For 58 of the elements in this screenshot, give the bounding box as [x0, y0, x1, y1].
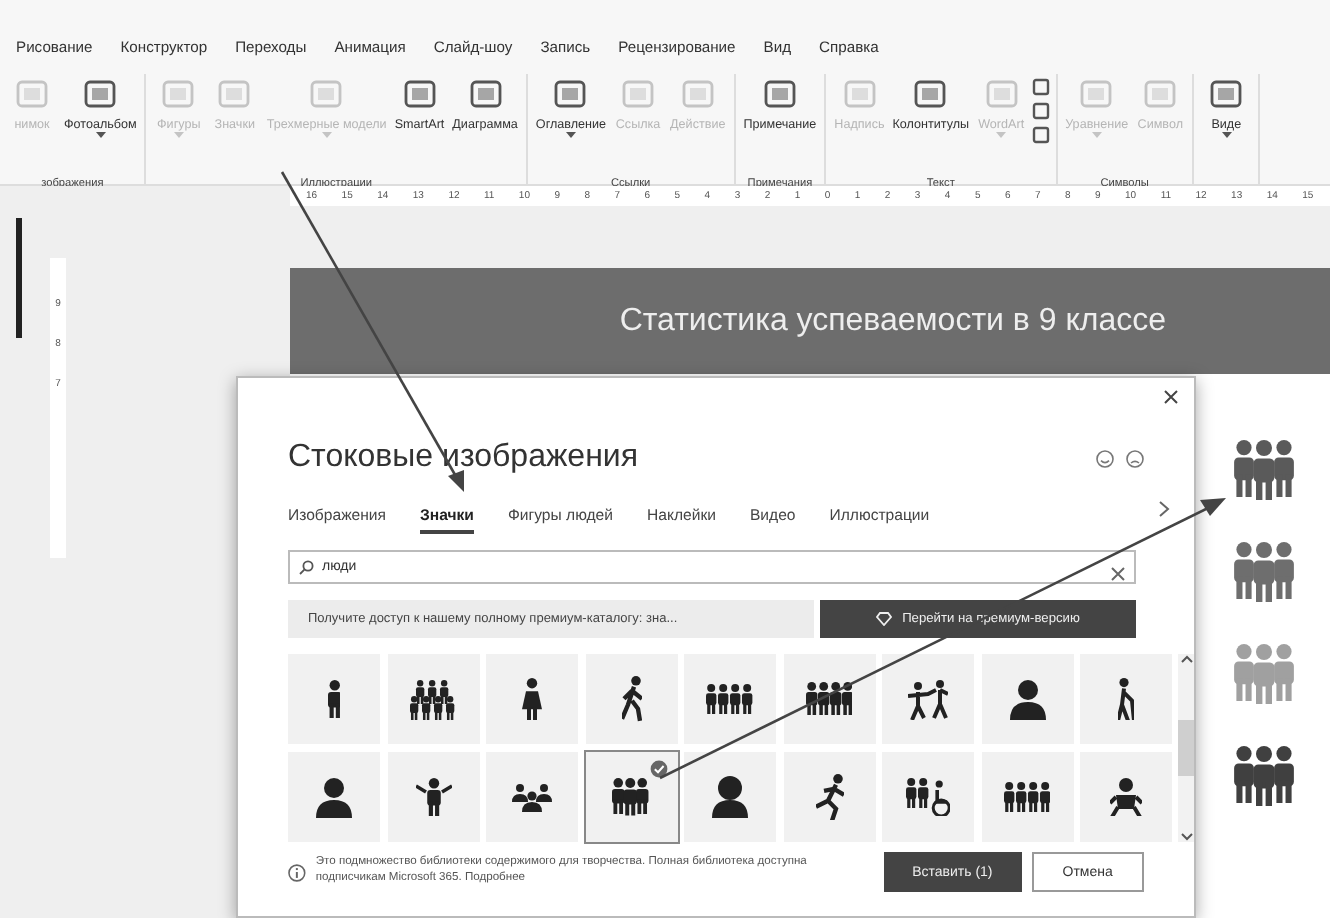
dancing-people-icon [908, 679, 948, 719]
team-icon [512, 783, 552, 811]
people-group-icon [1003, 782, 1051, 812]
info-icon [288, 863, 306, 881]
icon-tile[interactable] [288, 654, 380, 744]
icon-tile[interactable] [882, 752, 974, 842]
icon-tile[interactable] [585, 752, 677, 842]
caret-icon [565, 132, 576, 139]
icon-tile[interactable] [981, 752, 1073, 842]
scroll-down-icon[interactable] [1180, 832, 1194, 842]
icon-tile[interactable] [585, 654, 677, 744]
icon-tile[interactable] [387, 752, 479, 842]
scroll-up-icon[interactable] [1180, 654, 1194, 664]
caret-icon [95, 132, 106, 139]
icon-tile[interactable] [486, 752, 578, 842]
caret-icon [1221, 132, 1232, 139]
caret-icon [996, 132, 1007, 139]
icon-tile[interactable] [882, 654, 974, 744]
diamond-icon [876, 612, 893, 626]
caret-icon [321, 132, 332, 139]
check-badge-icon [649, 760, 667, 778]
frown-icon[interactable] [1126, 449, 1144, 467]
presenting-person-icon [415, 777, 451, 817]
crowd-icon [410, 679, 456, 719]
caret-icon [1091, 132, 1102, 139]
smile-icon[interactable] [1096, 449, 1114, 467]
caret-icon [173, 132, 184, 139]
slide-selection-bar [16, 218, 22, 338]
dialog-title: Стоковые изображения [288, 440, 639, 476]
woman-avatar-icon [712, 776, 748, 818]
icon-tile[interactable] [1080, 752, 1172, 842]
icon-tile[interactable] [1080, 654, 1172, 744]
search-icon [298, 559, 314, 575]
icon-tile[interactable] [981, 654, 1073, 744]
people-group-icon [805, 682, 853, 716]
chevron-right-icon[interactable] [1158, 500, 1170, 518]
person-icon [327, 679, 341, 719]
people-group-icon [612, 778, 650, 816]
icon-tile[interactable] [783, 654, 875, 744]
woman-icon [522, 677, 542, 721]
icon-tile[interactable] [288, 752, 380, 842]
slide-title: Статистика успеваемости в 9 классе [290, 268, 1330, 374]
accessibility-icon [906, 778, 950, 816]
running-person-icon [815, 773, 843, 821]
walking-person-icon [621, 676, 641, 722]
people-group-icon [706, 684, 754, 714]
icon-tile[interactable] [783, 752, 875, 842]
icon-tile[interactable] [684, 752, 776, 842]
close-icon [1164, 390, 1178, 404]
baby-icon [1110, 777, 1142, 817]
icon-tile[interactable] [684, 654, 776, 744]
icon-tile[interactable] [387, 654, 479, 744]
icon-tile[interactable] [486, 654, 578, 744]
user-icon [1009, 679, 1045, 719]
elderly-person-icon [1118, 677, 1134, 721]
scroll-thumb[interactable] [1178, 720, 1194, 776]
scrollbar[interactable] [1178, 654, 1194, 842]
user-icon [316, 777, 352, 817]
